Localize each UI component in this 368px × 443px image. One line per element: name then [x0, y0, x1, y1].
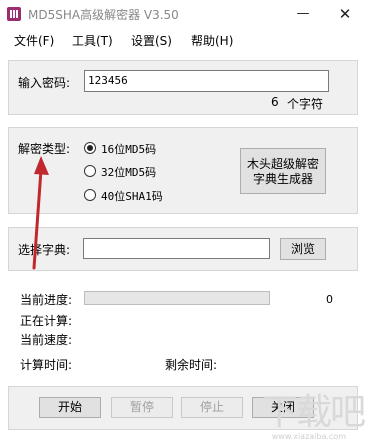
dictionary-panel: 选择字典: 浏览 [8, 227, 358, 271]
calc-time-label: 计算时间: [20, 358, 73, 372]
start-button[interactable]: 开始 [39, 397, 101, 418]
dictionary-input[interactable] [83, 238, 270, 259]
radio-label-md5-32[interactable]: 32位MD5码 [101, 164, 156, 180]
menu-settings[interactable]: 设置(S) [131, 32, 172, 49]
menu-tools[interactable]: 工具(T) [72, 32, 113, 49]
password-length-count: 6 [271, 95, 279, 109]
progress-value: 0 [326, 293, 333, 306]
title-bar: MD5SHA高级解密器 V3.50 — ✕ [0, 0, 368, 28]
dictionary-generator-line1: 木头超级解密 [246, 157, 319, 171]
app-logo-icon [7, 7, 21, 21]
watermark-url: www.xiazaiba.com [271, 432, 346, 441]
menu-bar: 文件(F) 工具(T) 设置(S) 帮助(H) [0, 28, 368, 50]
password-length-unit: 个字符 [287, 97, 324, 111]
pause-button[interactable]: 暂停 [111, 397, 173, 418]
watermark-text: 下载吧 [261, 392, 366, 433]
browse-button[interactable]: 浏览 [280, 238, 326, 260]
radio-label-sha1-40[interactable]: 40位SHA1码 [101, 188, 163, 204]
menu-help[interactable]: 帮助(H) [191, 32, 233, 49]
stop-button[interactable]: 停止 [181, 397, 243, 418]
decrypt-type-panel: 解密类型: 16位MD5码 32位MD5码 40位SHA1码 木头超级解密 字典… [8, 127, 358, 214]
menu-file[interactable]: 文件(F) [14, 32, 54, 49]
calculating-label: 正在计算: [20, 314, 73, 328]
decrypt-type-label: 解密类型: [18, 142, 71, 156]
dictionary-label: 选择字典: [18, 243, 71, 257]
progress-label: 当前进度: [20, 293, 73, 307]
password-input[interactable]: 123456 [84, 70, 329, 92]
remaining-time-label: 剩余时间: [165, 358, 218, 372]
password-label: 输入密码: [18, 76, 71, 90]
window-title: MD5SHA高级解密器 V3.50 [28, 8, 179, 22]
minimize-button[interactable]: — [290, 4, 316, 24]
radio-button-md5-16[interactable] [84, 142, 96, 154]
password-panel: 输入密码: 123456 6 个字符 [8, 60, 358, 115]
radio-button-md5-32[interactable] [84, 165, 96, 177]
dictionary-generator-line2: 字典生成器 [252, 172, 313, 186]
progress-bar [84, 291, 270, 305]
close-window-button[interactable]: ✕ [332, 4, 358, 24]
radio-label-md5-16[interactable]: 16位MD5码 [101, 141, 156, 157]
dictionary-generator-button[interactable]: 木头超级解密 字典生成器 [240, 148, 326, 194]
speed-label: 当前速度: [20, 333, 73, 347]
radio-button-sha1-40[interactable] [84, 189, 96, 201]
